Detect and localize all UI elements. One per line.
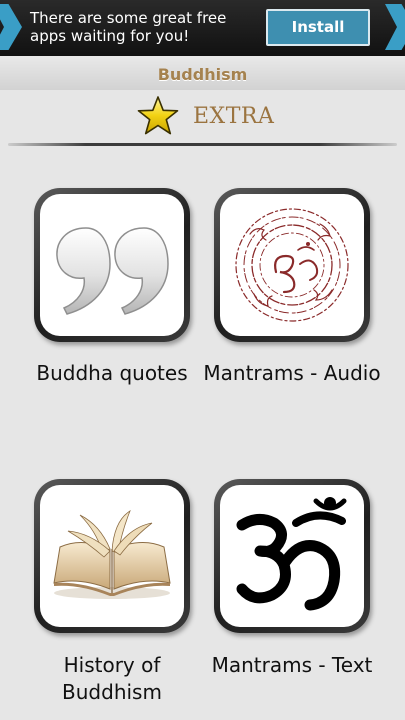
tile-frame [34,479,190,633]
open-book-icon [53,510,171,599]
section-title: EXTRA [193,104,275,129]
tile-image [220,485,364,627]
tile-label: History of Buddhism [62,653,162,704]
tile-image [220,194,364,336]
tile-frame [214,479,370,633]
mantra-circle-icon [235,208,349,322]
tile-label: Buddha quotes [36,361,188,385]
tile-frame [214,188,370,342]
chevron-right-icon [385,4,405,50]
tile-label: Mantrams - Text [211,653,373,677]
install-button[interactable]: Install [266,9,370,46]
tile-frame [34,188,190,342]
om-symbol-icon [236,497,347,611]
app-title: Buddhism [157,65,248,84]
title-bar: Buddhism [0,56,405,90]
tile-label: Mantrams - Audio [203,361,381,385]
chevron-right-icon [0,4,22,50]
quote-marks-icon [56,227,169,315]
ad-text: There are some great free apps waiting f… [30,9,227,45]
tile-image [40,194,184,336]
star-icon [137,96,179,135]
divider [8,143,397,146]
ad-banner[interactable]: There are some great free apps waiting f… [0,0,405,56]
tile-image [40,485,184,627]
